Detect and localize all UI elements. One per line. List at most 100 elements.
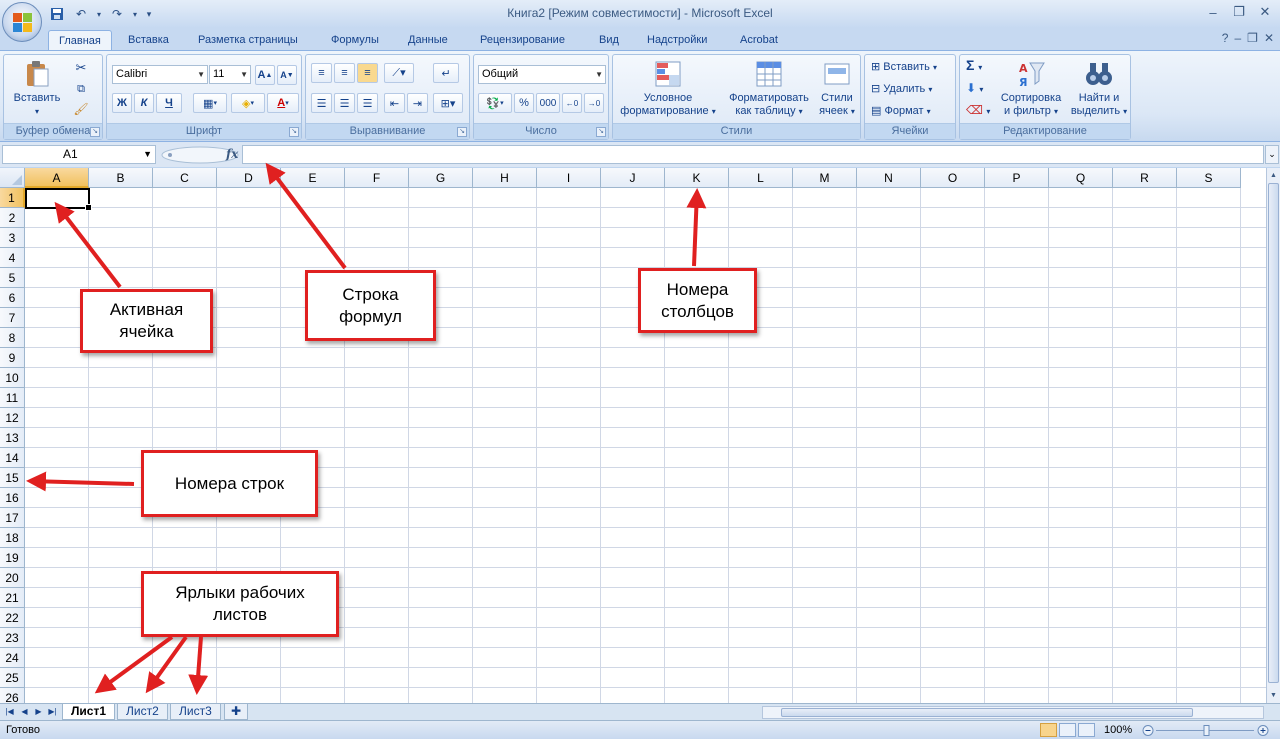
- tab-acrobat[interactable]: Acrobat: [730, 30, 788, 51]
- row-header-6[interactable]: 6: [0, 288, 25, 308]
- number-format-combo[interactable]: Общий ▼: [478, 65, 606, 84]
- column-header-R[interactable]: R: [1113, 168, 1177, 188]
- row-header-22[interactable]: 22: [0, 608, 25, 628]
- close-icon[interactable]: ✕: [1264, 31, 1274, 45]
- tab-page-layout[interactable]: Разметка страницы: [188, 30, 308, 51]
- row-header-4[interactable]: 4: [0, 248, 25, 268]
- increase-indent-icon[interactable]: ⇥: [407, 93, 428, 113]
- decrease-decimal-icon[interactable]: →0: [584, 93, 604, 113]
- sort-filter-button[interactable]: AЯ Сортировка и фильтр ▾: [996, 59, 1066, 118]
- fill-icon[interactable]: ⬇ ▾: [966, 82, 983, 96]
- help-icon[interactable]: ?: [1222, 31, 1229, 45]
- cut-icon[interactable]: ✂: [72, 61, 90, 74]
- column-header-B[interactable]: B: [89, 168, 153, 188]
- normal-view-icon[interactable]: [1040, 723, 1057, 737]
- office-button[interactable]: [2, 2, 42, 42]
- scroll-up-icon[interactable]: ▲: [1268, 169, 1279, 182]
- row-header-5[interactable]: 5: [0, 268, 25, 288]
- tab-review[interactable]: Рецензирование: [470, 30, 575, 51]
- row-header-12[interactable]: 12: [0, 408, 25, 428]
- row-header-25[interactable]: 25: [0, 668, 25, 688]
- insert-cells-button[interactable]: ⊞ Вставить ▾: [871, 61, 937, 74]
- column-header-O[interactable]: O: [921, 168, 985, 188]
- tab-formulas[interactable]: Формулы: [321, 30, 389, 51]
- name-box[interactable]: A1 ▼: [2, 145, 156, 164]
- bold-button[interactable]: Ж: [112, 93, 132, 113]
- align-bottom-icon[interactable]: ≡: [357, 63, 378, 83]
- column-header-Q[interactable]: Q: [1049, 168, 1113, 188]
- shrink-font-button[interactable]: A ▼: [277, 65, 297, 85]
- thousands-button[interactable]: 000: [536, 93, 560, 113]
- clear-icon[interactable]: ⌫ ▾: [966, 104, 990, 118]
- tab-home[interactable]: Главная: [48, 30, 112, 51]
- conditional-formatting-button[interactable]: Условное форматирование ▾: [615, 59, 721, 118]
- font-size-combo[interactable]: 11 ▼: [209, 65, 251, 84]
- column-header-F[interactable]: F: [345, 168, 409, 188]
- vertical-scrollbar[interactable]: ▲ ▼: [1266, 168, 1280, 703]
- row-header-14[interactable]: 14: [0, 448, 25, 468]
- scroll-down-icon[interactable]: ▼: [1268, 689, 1279, 702]
- row-header-3[interactable]: 3: [0, 228, 25, 248]
- column-header-G[interactable]: G: [409, 168, 473, 188]
- italic-button[interactable]: К: [134, 93, 154, 113]
- column-header-H[interactable]: H: [473, 168, 537, 188]
- decrease-indent-icon[interactable]: ⇤: [384, 93, 405, 113]
- row-header-24[interactable]: 24: [0, 648, 25, 668]
- last-sheet-icon[interactable]: ▶|: [47, 706, 58, 718]
- tab-insert[interactable]: Вставка: [118, 30, 179, 51]
- minimize-icon[interactable]: –: [1234, 31, 1241, 45]
- column-header-N[interactable]: N: [857, 168, 921, 188]
- row-header-9[interactable]: 9: [0, 348, 25, 368]
- zoom-slider[interactable]: [1142, 725, 1270, 736]
- row-header-23[interactable]: 23: [0, 628, 25, 648]
- active-cell-A1[interactable]: [25, 188, 92, 211]
- maximize-icon[interactable]: ❐: [1228, 3, 1250, 21]
- paste-button[interactable]: Вставить ▾: [12, 59, 62, 118]
- sheet-tab-2[interactable]: Лист2: [117, 704, 168, 720]
- horizontal-scroll-thumb[interactable]: [781, 708, 1193, 717]
- grow-font-button[interactable]: A ▲: [255, 65, 275, 85]
- tab-data[interactable]: Данные: [398, 30, 458, 51]
- row-header-10[interactable]: 10: [0, 368, 25, 388]
- column-header-E[interactable]: E: [281, 168, 345, 188]
- align-left-icon[interactable]: ☰: [311, 93, 332, 113]
- row-header-21[interactable]: 21: [0, 588, 25, 608]
- row-header-11[interactable]: 11: [0, 388, 25, 408]
- column-header-P[interactable]: P: [985, 168, 1049, 188]
- next-sheet-icon[interactable]: ▶: [33, 706, 44, 718]
- percent-button[interactable]: %: [514, 93, 534, 113]
- find-select-button[interactable]: Найти и выделить ▾: [1068, 59, 1130, 118]
- formula-input[interactable]: [242, 145, 1264, 164]
- row-header-15[interactable]: 15: [0, 468, 25, 488]
- row-header-17[interactable]: 17: [0, 508, 25, 528]
- row-header-7[interactable]: 7: [0, 308, 25, 328]
- dialog-launcher-icon[interactable]: ↘: [457, 127, 467, 137]
- column-header-C[interactable]: C: [153, 168, 217, 188]
- select-all-button[interactable]: [0, 168, 25, 188]
- format-painter-icon[interactable]: 🖌: [72, 103, 90, 116]
- autosum-icon[interactable]: Σ ▾: [966, 58, 982, 74]
- page-break-view-icon[interactable]: [1078, 723, 1095, 737]
- dialog-launcher-icon[interactable]: ↘: [289, 127, 299, 137]
- sheet-tab-1[interactable]: Лист1: [62, 704, 116, 720]
- column-header-D[interactable]: D: [217, 168, 281, 188]
- horizontal-scrollbar[interactable]: [762, 706, 1264, 719]
- delete-cells-button[interactable]: ⊟ Удалить ▾: [871, 83, 932, 96]
- sheet-tab-3[interactable]: Лист3: [170, 704, 221, 720]
- row-header-16[interactable]: 16: [0, 488, 25, 508]
- first-sheet-icon[interactable]: |◀: [4, 706, 15, 718]
- font-color-button[interactable]: A ▾: [267, 93, 299, 113]
- insert-sheet-icon[interactable]: ✚: [224, 704, 249, 720]
- column-header-L[interactable]: L: [729, 168, 793, 188]
- tab-view[interactable]: Вид: [589, 30, 629, 51]
- column-header-A[interactable]: A: [25, 168, 89, 188]
- row-header-13[interactable]: 13: [0, 428, 25, 448]
- column-header-K[interactable]: K: [665, 168, 729, 188]
- row-header-1[interactable]: 1: [0, 188, 25, 208]
- column-header-M[interactable]: M: [793, 168, 857, 188]
- borders-button[interactable]: ▦ ▾: [193, 93, 227, 113]
- page-layout-view-icon[interactable]: [1059, 723, 1076, 737]
- cell-styles-button[interactable]: Стили ячеек ▾: [815, 59, 859, 118]
- prev-sheet-icon[interactable]: ◀: [19, 706, 30, 718]
- row-header-20[interactable]: 20: [0, 568, 25, 588]
